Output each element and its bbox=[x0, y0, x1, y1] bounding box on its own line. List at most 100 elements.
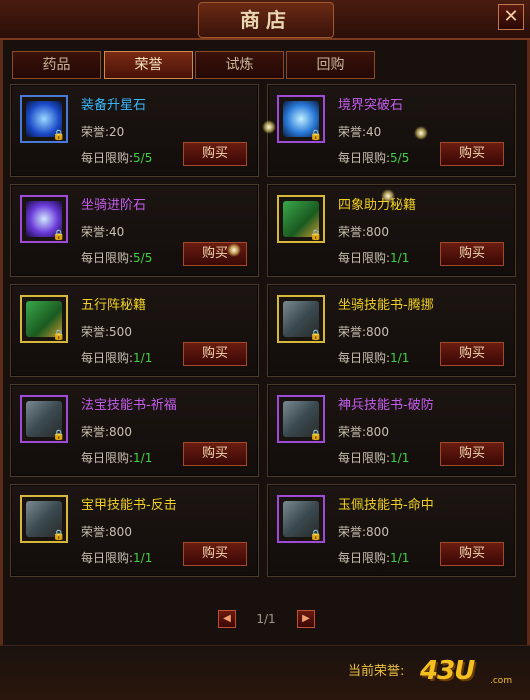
daily-limit-value: 1/1 bbox=[390, 251, 410, 265]
tab-trial[interactable]: 试炼 bbox=[195, 51, 284, 79]
daily-limit-label: 每日限购: bbox=[81, 351, 134, 365]
tab-honor[interactable]: 荣誉 bbox=[104, 51, 193, 79]
daily-limit-value: 1/1 bbox=[133, 451, 153, 465]
buy-button[interactable]: 购买 bbox=[440, 542, 504, 566]
item-honor-cost: 荣誉:800 bbox=[338, 325, 389, 339]
daily-limit: 每日限购:1/1 bbox=[338, 349, 409, 366]
buy-button[interactable]: 购买 bbox=[440, 442, 504, 466]
item-icon-frame[interactable]: 🔒 bbox=[20, 295, 68, 343]
item-icon-frame[interactable]: 🔒 bbox=[277, 395, 325, 443]
item-honor-cost: 荣誉:800 bbox=[338, 425, 389, 439]
buy-button[interactable]: 购买 bbox=[183, 342, 247, 366]
daily-limit-label: 每日限购: bbox=[338, 151, 391, 165]
daily-limit-label: 每日限购: bbox=[81, 451, 134, 465]
item-name: 四象助力秘籍 bbox=[338, 198, 417, 213]
bound-lock-icon: 🔒 bbox=[309, 130, 322, 141]
shop-item-card: 🔒 坐骑进阶石 荣誉:40 每日限购:5/5 购买 bbox=[10, 184, 259, 277]
daily-limit-value: 1/1 bbox=[390, 551, 410, 565]
shop-item-card: 🔒 玉佩技能书-命中 荣誉:800 每日限购:1/1 购买 bbox=[267, 484, 516, 577]
bound-lock-icon: 🔒 bbox=[309, 430, 322, 441]
bound-lock-icon: 🔒 bbox=[52, 130, 65, 141]
daily-limit: 每日限购:1/1 bbox=[81, 349, 152, 366]
item-name: 坐骑进阶石 bbox=[81, 198, 147, 213]
daily-limit: 每日限购:5/5 bbox=[338, 149, 409, 166]
item-honor-cost: 荣誉:800 bbox=[81, 525, 132, 539]
bound-lock-icon: 🔒 bbox=[52, 330, 65, 341]
item-name: 坐骑技能书-腾挪 bbox=[338, 298, 434, 313]
daily-limit-value: 5/5 bbox=[133, 151, 153, 165]
item-icon-frame[interactable]: 🔒 bbox=[20, 495, 68, 543]
item-grid: 🔒 装备升星石 荣誉:20 每日限购:5/5 购买 🔒 境界突破石 荣誉:40 每日限购:5/5… bbox=[10, 84, 520, 594]
daily-limit-label: 每日限购: bbox=[81, 251, 134, 265]
daily-limit: 每日限购:1/1 bbox=[338, 449, 409, 466]
item-name: 宝甲技能书-反击 bbox=[81, 498, 177, 513]
tab-buyback[interactable]: 回购 bbox=[286, 51, 375, 79]
bound-lock-icon: 🔒 bbox=[52, 230, 65, 241]
buy-button[interactable]: 购买 bbox=[440, 142, 504, 166]
tab-bar: 药品 荣誉 试炼 回购 bbox=[12, 51, 377, 80]
shop-item-card: 🔒 坐骑技能书-腾挪 荣誉:800 每日限购:1/1 购买 bbox=[267, 284, 516, 377]
buy-button[interactable]: 购买 bbox=[183, 442, 247, 466]
item-honor-cost: 荣誉:800 bbox=[338, 225, 389, 239]
daily-limit: 每日限购:1/1 bbox=[81, 449, 152, 466]
next-page-button[interactable]: ▶ bbox=[297, 610, 315, 628]
daily-limit: 每日限购:1/1 bbox=[338, 249, 409, 266]
daily-limit-label: 每日限购: bbox=[81, 551, 134, 565]
page-indicator: 1/1 bbox=[256, 612, 276, 626]
daily-limit: 每日限购:5/5 bbox=[81, 249, 152, 266]
item-name: 神兵技能书-破防 bbox=[338, 398, 434, 413]
item-name: 装备升星石 bbox=[81, 98, 147, 113]
sparkle-effect bbox=[414, 126, 428, 140]
item-icon-frame[interactable]: 🔒 bbox=[277, 495, 325, 543]
bound-lock-icon: 🔒 bbox=[309, 330, 322, 341]
item-name: 法宝技能书-祈福 bbox=[81, 398, 177, 413]
daily-limit-value: 1/1 bbox=[390, 351, 410, 365]
buy-button[interactable]: 购买 bbox=[440, 342, 504, 366]
item-icon-frame[interactable]: 🔒 bbox=[277, 295, 325, 343]
buy-button[interactable]: 购买 bbox=[183, 142, 247, 166]
bound-lock-icon: 🔒 bbox=[52, 430, 65, 441]
item-honor-cost: 荣誉:800 bbox=[81, 425, 132, 439]
daily-limit-value: 1/1 bbox=[133, 551, 153, 565]
daily-limit-value: 5/5 bbox=[133, 251, 153, 265]
sparkle-effect bbox=[262, 120, 276, 134]
daily-limit-label: 每日限购: bbox=[338, 451, 391, 465]
daily-limit-value: 5/5 bbox=[390, 151, 410, 165]
item-icon-frame[interactable]: 🔒 bbox=[277, 95, 325, 143]
item-honor-cost: 荣誉:500 bbox=[81, 325, 132, 339]
close-button[interactable]: ✕ bbox=[498, 4, 524, 30]
buy-button[interactable]: 购买 bbox=[183, 542, 247, 566]
daily-limit: 每日限购:1/1 bbox=[81, 549, 152, 566]
site-logo: 43U .com bbox=[420, 652, 520, 692]
item-icon-frame[interactable]: 🔒 bbox=[277, 195, 325, 243]
shop-item-card: 🔒 神兵技能书-破防 荣誉:800 每日限购:1/1 购买 bbox=[267, 384, 516, 477]
item-name: 境界突破石 bbox=[338, 98, 404, 113]
item-honor-cost: 荣誉:800 bbox=[338, 525, 389, 539]
item-icon-frame[interactable]: 🔒 bbox=[20, 95, 68, 143]
daily-limit-label: 每日限购: bbox=[81, 151, 134, 165]
daily-limit: 每日限购:5/5 bbox=[81, 149, 152, 166]
item-honor-cost: 荣誉:40 bbox=[81, 225, 125, 239]
tab-medicine[interactable]: 药品 bbox=[12, 51, 101, 79]
current-honor-label: 当前荣誉: bbox=[348, 664, 405, 679]
bound-lock-icon: 🔒 bbox=[52, 530, 65, 541]
title-plate: 商店 bbox=[198, 2, 334, 38]
prev-page-button[interactable]: ◀ bbox=[218, 610, 236, 628]
daily-limit-value: 1/1 bbox=[390, 451, 410, 465]
item-icon-frame[interactable]: 🔒 bbox=[20, 195, 68, 243]
daily-limit-value: 1/1 bbox=[133, 351, 153, 365]
item-name: 玉佩技能书-命中 bbox=[338, 498, 434, 513]
shop-item-card: 🔒 五行阵秘籍荣誉:500 每日限购:1/1 购买 bbox=[10, 284, 259, 377]
daily-limit: 每日限购:1/1 bbox=[338, 549, 409, 566]
shop-item-card: 🔒 装备升星石荣誉:20 每日限购:5/5 购买 bbox=[10, 84, 259, 177]
daily-limit-label: 每日限购: bbox=[338, 551, 391, 565]
logo-sub: .com bbox=[490, 676, 513, 686]
item-honor-cost: 荣誉:20 bbox=[81, 125, 125, 139]
buy-button[interactable]: 购买 bbox=[440, 242, 504, 266]
item-name: 五行阵秘籍 bbox=[81, 298, 147, 313]
daily-limit-label: 每日限购: bbox=[338, 351, 391, 365]
sparkle-effect bbox=[227, 243, 241, 257]
item-icon-frame[interactable]: 🔒 bbox=[20, 395, 68, 443]
logo-text: 43U bbox=[420, 656, 475, 686]
window-title: 商店 bbox=[240, 8, 292, 32]
